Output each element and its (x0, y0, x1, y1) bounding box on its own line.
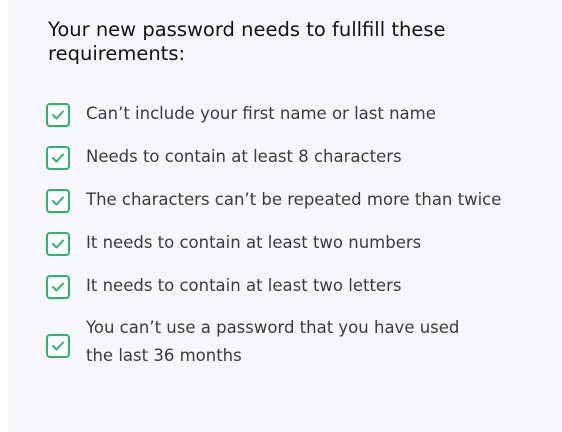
requirement-checkbox[interactable] (46, 189, 70, 213)
check-icon (52, 153, 64, 163)
requirement-text: Needs to contain at least 8 characters (86, 147, 402, 166)
check-icon (52, 282, 64, 292)
password-requirements-card: Your new password needs to fullfill thes… (8, 0, 562, 432)
requirement-checkbox[interactable] (46, 275, 70, 299)
requirement-text: Can’t include your first name or last na… (86, 104, 436, 123)
requirement-text-line-1: You can’t use a password that you have u… (86, 318, 460, 337)
check-icon (52, 341, 64, 351)
requirement-text: It needs to contain at least two letters (86, 276, 402, 295)
requirement-text: It needs to contain at least two numbers (86, 233, 422, 252)
check-icon (52, 239, 64, 249)
requirement-checkbox[interactable] (46, 334, 70, 358)
requirements-title: Your new password needs to fullfill thes… (48, 18, 446, 65)
requirement-checkbox[interactable] (46, 232, 70, 256)
requirement-checkbox[interactable] (46, 146, 70, 170)
check-icon (52, 110, 64, 120)
requirement-text: The characters can’t be repeated more th… (86, 190, 502, 209)
requirement-checkbox[interactable] (46, 103, 70, 127)
requirement-text-line-2: the last 36 months (86, 346, 242, 365)
check-icon (52, 196, 64, 206)
